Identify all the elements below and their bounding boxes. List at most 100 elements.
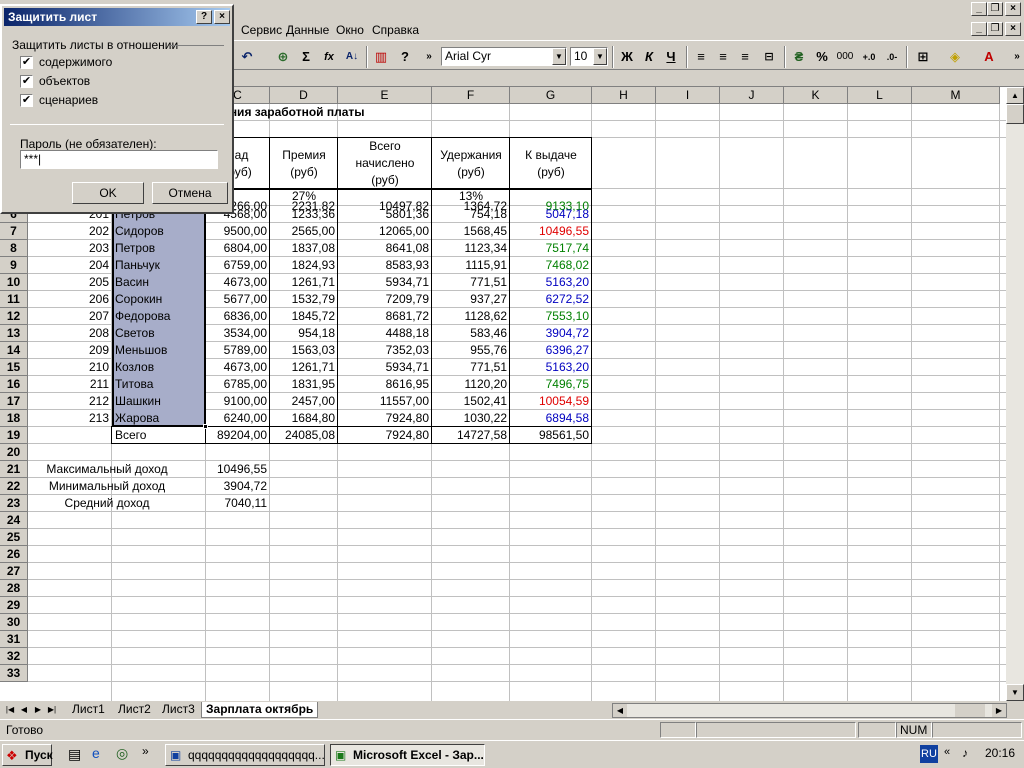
cell-e[interactable]: 7352,03 [338,342,432,358]
cell-name[interactable]: Светов [112,325,206,341]
total-c[interactable]: 89204,00 [206,427,270,443]
cell-g[interactable]: 6272,52 [510,291,592,307]
checkbox-contents[interactable]: ✔ [20,56,33,69]
font-name-select[interactable]: Arial Cyr ▼ [441,47,567,66]
align-left-icon[interactable]: ≡ [690,46,712,68]
checkbox-objects[interactable]: ✔ [20,75,33,88]
row-header[interactable]: 10 [0,274,28,291]
sort-ascending-icon[interactable]: A↓ [341,46,363,68]
sheet-tab-1[interactable]: Лист1 [68,702,109,718]
row-header[interactable]: 17 [0,393,28,410]
row-header[interactable]: 32 [0,648,28,665]
ie-icon[interactable]: e [92,745,100,761]
dialog-help-icon[interactable]: ? [196,10,212,24]
scroll-up-icon[interactable]: ▲ [1006,87,1024,104]
checkbox-scenarios[interactable]: ✔ [20,94,33,107]
cell-g[interactable]: 10054,59 [510,393,592,409]
cell-g[interactable]: 10496,55 [510,223,592,239]
cell-c[interactable]: 9100,00 [206,393,270,409]
volume-icon[interactable]: ♪ [962,746,968,760]
more-buttons-icon[interactable]: » [418,46,440,68]
column-header-k[interactable]: K [784,87,848,104]
row-header[interactable]: 22 [0,478,28,495]
cell-name[interactable]: Петров [112,240,206,256]
cell-g[interactable]: 3904,72 [510,325,592,341]
cell-e[interactable]: 8641,08 [338,240,432,256]
cell-d[interactable]: 954,18 [270,325,338,341]
total-label[interactable]: Всего [112,427,206,443]
column-header-i[interactable]: I [656,87,720,104]
cell-id[interactable]: 205 [28,274,112,290]
row-header[interactable]: 21 [0,461,28,478]
last-sheet-icon[interactable]: ▶| [46,703,58,717]
cell-name[interactable]: Федорова [112,308,206,324]
undo-icon[interactable]: ↶ [236,46,258,68]
next-sheet-icon[interactable]: ▶ [32,703,44,717]
percent-button[interactable]: % [811,46,833,68]
cell-d[interactable]: 1684,80 [270,410,338,426]
cell-d[interactable]: 1532,79 [270,291,338,307]
menu-service[interactable]: Сервис [241,23,282,37]
borders-icon[interactable]: ⊞ [912,46,934,68]
cell-e[interactable]: 11557,00 [338,393,432,409]
password-input[interactable]: ***| [20,150,218,169]
row-header[interactable]: 14 [0,342,28,359]
fill-color-icon[interactable]: ◈ [944,46,966,68]
cell-d[interactable]: 1261,71 [270,274,338,290]
row-header[interactable]: 23 [0,495,28,512]
ok-button[interactable]: OK [72,182,144,204]
column-header-d[interactable]: D [270,87,338,104]
cell-f[interactable]: 1123,34 [432,240,510,256]
cell-c[interactable]: 5677,00 [206,291,270,307]
cell-id[interactable]: 209 [28,342,112,358]
cell-g[interactable]: 7496,75 [510,376,592,392]
cell-id[interactable]: 207 [28,308,112,324]
row-header[interactable]: 26 [0,546,28,563]
cell-name[interactable]: Меньшов [112,342,206,358]
cell-e[interactable]: 5934,71 [338,274,432,290]
decrease-decimal-icon[interactable]: .0- [881,46,903,68]
column-header-h[interactable]: H [592,87,656,104]
cancel-button[interactable]: Отмена [152,182,228,204]
cell-e[interactable]: 5801,36 [338,206,432,222]
row-header[interactable]: 11 [0,291,28,308]
row-header[interactable]: 9 [0,257,28,274]
align-center-icon[interactable]: ≡ [712,46,734,68]
row-header[interactable]: 28 [0,580,28,597]
doc-restore-icon[interactable]: ❐ [987,22,1003,36]
cell-c[interactable]: 3534,00 [206,325,270,341]
cell-name[interactable]: Сорокин [112,291,206,307]
column-header-l[interactable]: L [848,87,912,104]
cell-f[interactable]: 1120,20 [432,376,510,392]
cell-f[interactable]: 771,51 [432,274,510,290]
cell-d[interactable]: 1233,36 [270,206,338,222]
function-button[interactable]: fx [318,46,340,68]
cell-g[interactable]: 7517,74 [510,240,592,256]
row-header[interactable]: 16 [0,376,28,393]
menu-data[interactable]: Данные [286,23,329,37]
cell-g[interactable]: 7468,02 [510,257,592,273]
fill-handle[interactable] [203,424,208,429]
column-header-j[interactable]: J [720,87,784,104]
cell-e[interactable]: 7209,79 [338,291,432,307]
cell-c[interactable]: 6240,00 [206,410,270,426]
cell-id[interactable]: 206 [28,291,112,307]
cell-f[interactable]: 937,27 [432,291,510,307]
row-header[interactable]: 27 [0,563,28,580]
prev-sheet-icon[interactable]: ◀ [18,703,30,717]
merge-center-icon[interactable]: ⊟ [758,46,780,68]
tray-more-icon[interactable]: « [944,746,950,758]
increase-decimal-icon[interactable]: +.0 [858,46,880,68]
cell-name[interactable]: Паньчук [112,257,206,273]
cell-c[interactable]: 9500,00 [206,223,270,239]
column-header-m[interactable]: M [912,87,1000,104]
italic-button[interactable]: К [638,46,660,68]
vertical-scrollbar[interactable]: ▲ ▼ [1006,87,1024,701]
cell-g[interactable]: 6894,58 [510,410,592,426]
row-header[interactable]: 31 [0,631,28,648]
cell-f[interactable]: 955,76 [432,342,510,358]
row-header[interactable]: 29 [0,597,28,614]
hscroll-thumb[interactable] [955,704,985,717]
stat-value[interactable]: 10496,55 [206,461,270,477]
cell-c[interactable]: 6785,00 [206,376,270,392]
